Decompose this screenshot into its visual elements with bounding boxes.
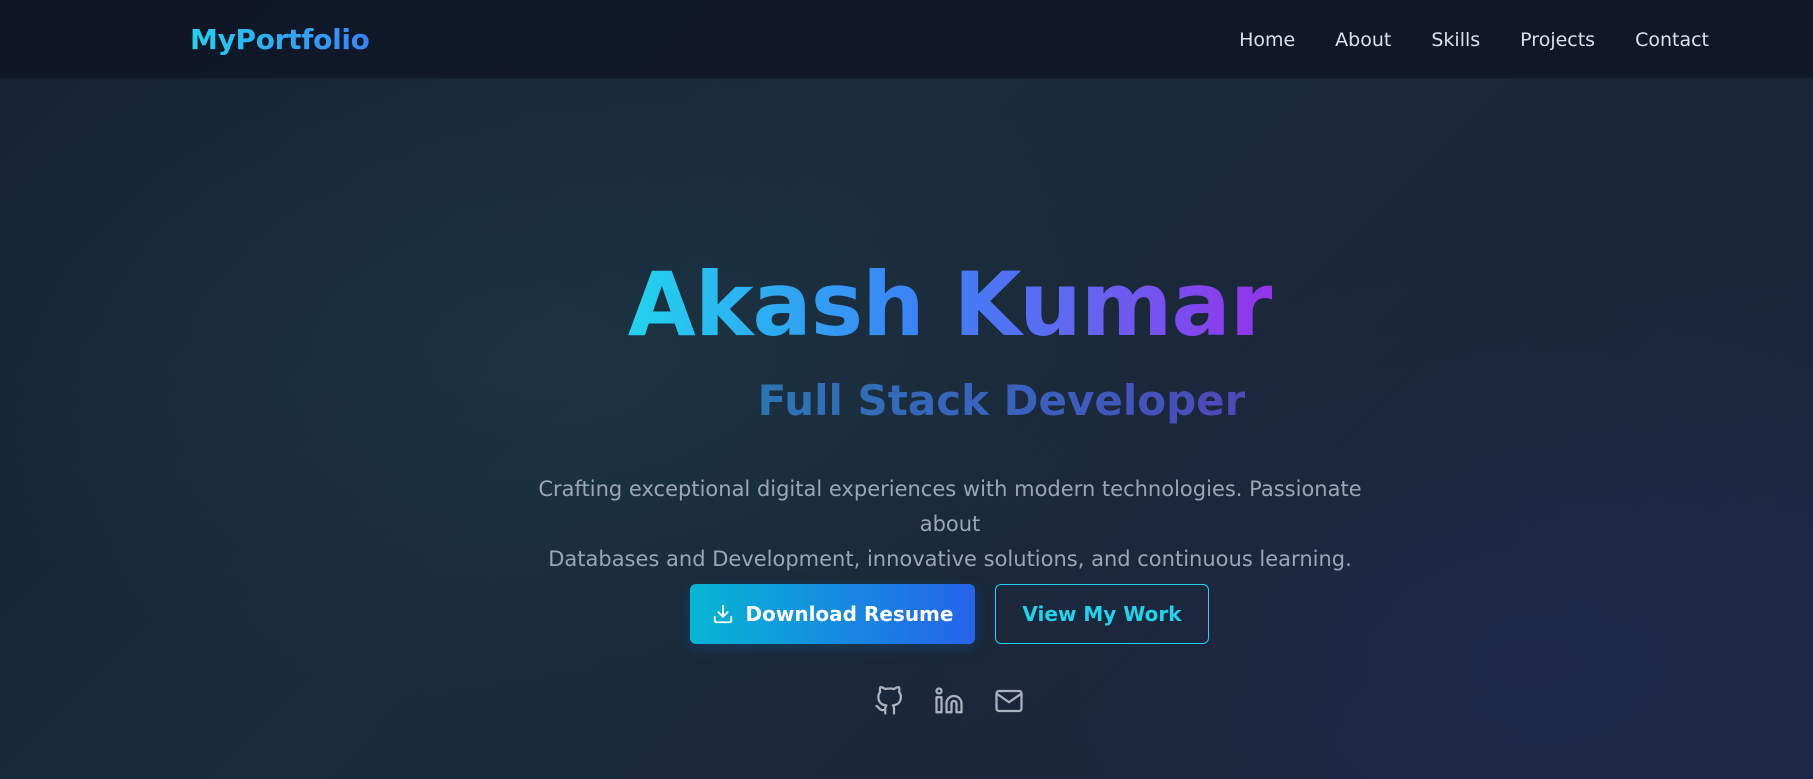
view-my-work-button[interactable]: View My Work [995, 584, 1209, 644]
nav-link-home[interactable]: Home [1239, 26, 1295, 54]
download-resume-button[interactable]: Download Resume [690, 584, 975, 644]
hero-description-line-2: Databases and Development, innovative so… [548, 547, 1352, 571]
view-my-work-label: View My Work [1022, 602, 1182, 626]
nav-link-skills[interactable]: Skills [1431, 26, 1480, 54]
linkedin-icon [935, 687, 963, 714]
nav-links: Home About Skills Projects Contact [1199, 26, 1709, 54]
hero-role: Full Stack Developer [0, 373, 1813, 429]
hero-role-text: Full Stack Developer [757, 376, 1246, 425]
brand-logo[interactable]: MyPortfolio [190, 20, 370, 60]
social-links [0, 684, 1813, 718]
navbar: MyPortfolio Home About Skills Projects C… [0, 0, 1813, 79]
github-link[interactable] [872, 684, 906, 718]
page: MyPortfolio Home About Skills Projects C… [0, 0, 1813, 779]
nav-link-projects[interactable]: Projects [1520, 26, 1595, 54]
nav-link-about[interactable]: About [1335, 26, 1391, 54]
hero-name-text: Akash Kumar [627, 253, 1273, 356]
hero-actions: Download Resume View My Work [0, 584, 1813, 644]
github-icon [875, 686, 902, 715]
hero-description-line-1: Crafting exceptional digital experiences… [538, 477, 1362, 536]
hero-name: Akash Kumar [0, 250, 1813, 360]
download-resume-label: Download Resume [745, 602, 954, 626]
hero-description: Crafting exceptional digital experiences… [506, 472, 1394, 577]
nav-link-contact[interactable]: Contact [1635, 26, 1709, 54]
linkedin-link[interactable] [932, 684, 966, 718]
download-icon [713, 604, 732, 624]
email-link[interactable] [992, 684, 1026, 718]
mail-icon [995, 689, 1023, 713]
